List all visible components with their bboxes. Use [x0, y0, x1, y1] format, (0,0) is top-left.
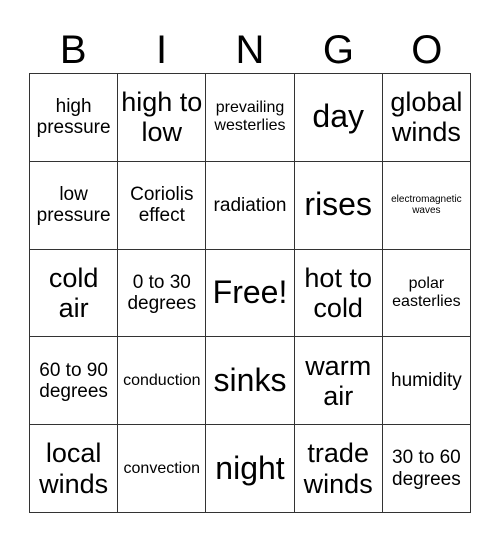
bingo-cell[interactable]: warm air — [294, 337, 383, 426]
header-letter-g: G — [322, 28, 354, 72]
bingo-cell[interactable]: prevailing westerlies — [206, 74, 295, 162]
bingo-cell[interactable]: cold air — [30, 249, 119, 338]
header-letter-b: B — [59, 28, 87, 72]
bingo-cell[interactable]: hot to cold — [294, 249, 383, 338]
bingo-cell[interactable]: humidity — [382, 337, 471, 426]
bingo-cell[interactable]: 0 to 30 degrees — [118, 249, 207, 338]
bingo-cell[interactable]: convection — [118, 425, 207, 513]
bingo-cell[interactable]: 30 to 60 degrees — [382, 425, 471, 513]
bingo-cell[interactable]: radiation — [206, 161, 295, 250]
bingo-cell[interactable]: conduction — [118, 337, 207, 426]
bingo-cell[interactable]: night — [206, 425, 295, 513]
bingo-cell[interactable]: global winds — [382, 74, 471, 162]
bingo-header: B I N G O — [29, 28, 471, 72]
bingo-cell[interactable]: 60 to 90 degrees — [30, 337, 119, 426]
bingo-cell[interactable]: polar easterlies — [382, 249, 471, 338]
bingo-cell[interactable]: Coriolis effect — [118, 161, 207, 250]
header-letter-n: N — [235, 28, 265, 72]
header-letter-o: O — [411, 28, 443, 72]
bingo-cell[interactable]: trade winds — [294, 425, 383, 513]
bingo-cell[interactable]: sinks — [206, 337, 295, 426]
bingo-cell[interactable]: high to low — [118, 74, 207, 162]
header-letter-i: I — [156, 28, 168, 72]
bingo-cell[interactable]: day — [294, 74, 383, 162]
bingo-cell[interactable]: electromagnetic waves — [382, 161, 471, 250]
bingo-cell[interactable]: low pressure — [30, 161, 119, 250]
bingo-grid: high pressure high to low prevailing wes… — [29, 73, 471, 513]
bingo-cell[interactable]: high pressure — [30, 74, 119, 162]
free-space-cell[interactable]: Free! — [206, 249, 295, 338]
bingo-cell[interactable]: rises — [294, 161, 383, 250]
bingo-cell[interactable]: local winds — [30, 425, 119, 513]
